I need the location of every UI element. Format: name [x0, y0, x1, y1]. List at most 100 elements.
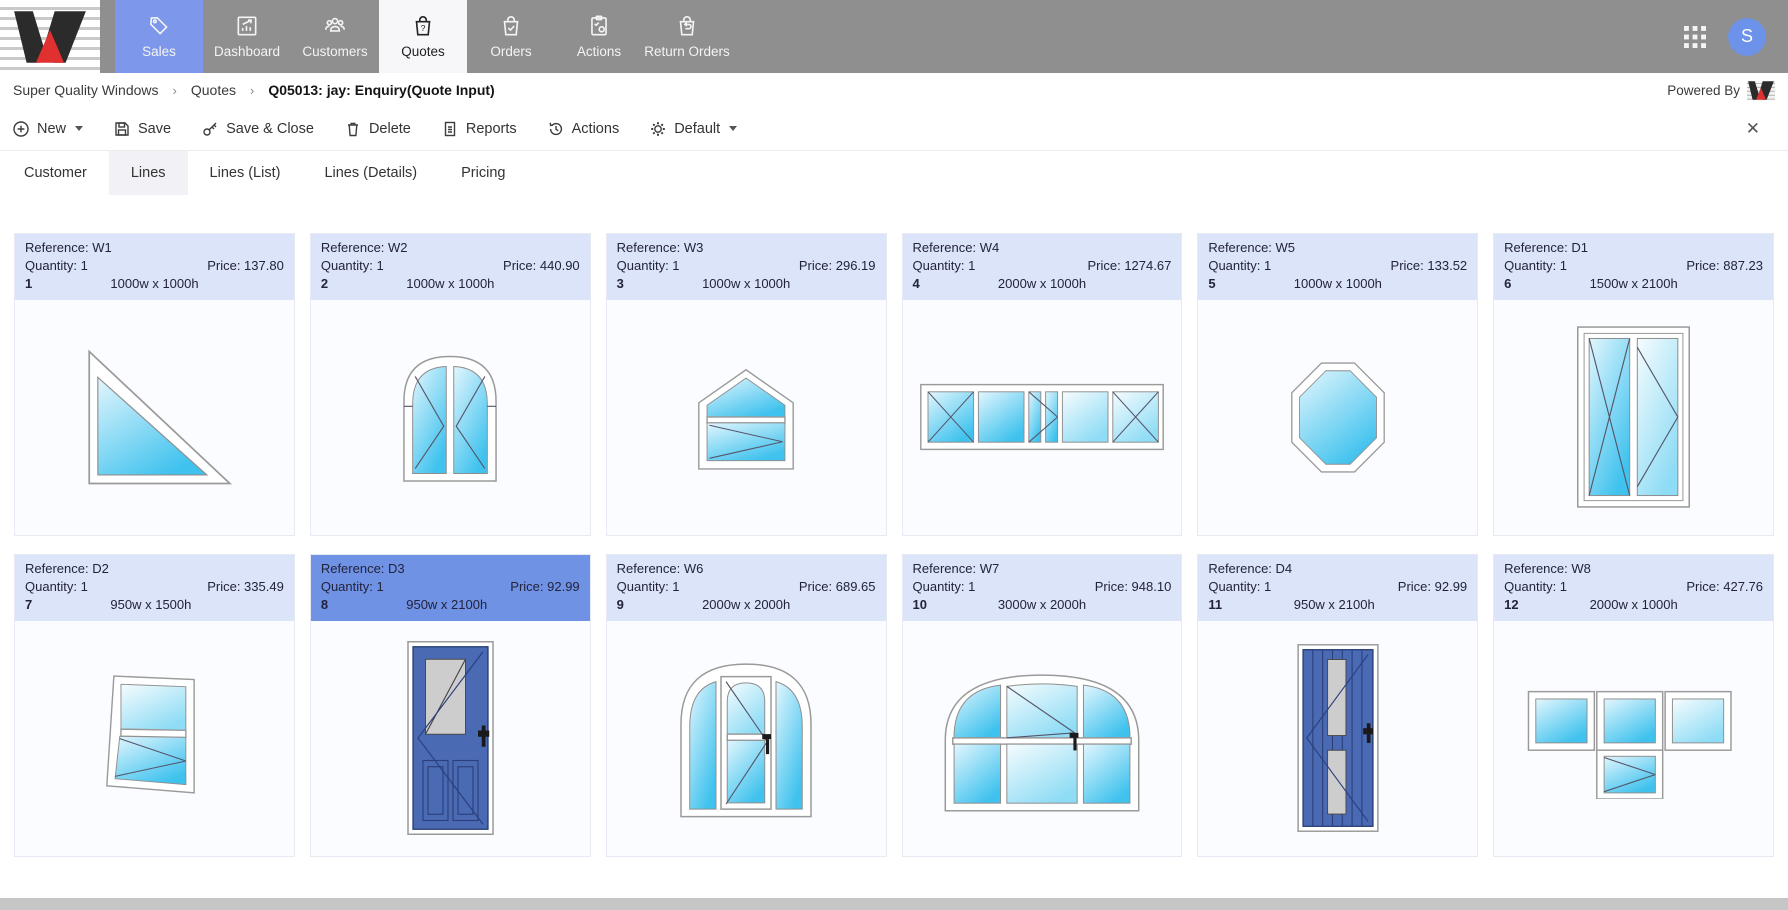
- line-card-4[interactable]: Reference: W4 Quantity: 1 Price: 1274.67…: [902, 233, 1183, 536]
- line-dimensions: 950w x 2100h: [406, 596, 487, 614]
- line-reference: Reference: D4: [1208, 560, 1467, 578]
- line-reference: Reference: W6: [617, 560, 876, 578]
- line-card-header: Reference: W7 Quantity: 1 Price: 948.10 …: [903, 555, 1182, 621]
- line-card-8[interactable]: Reference: D3 Quantity: 1 Price: 92.99 8…: [310, 554, 591, 857]
- return-orders-bag-icon: [674, 13, 700, 39]
- nav-item-sales[interactable]: Sales: [115, 0, 203, 73]
- line-qty-price: Quantity: 1 Price: 335.49: [25, 578, 284, 596]
- line-number: 1: [25, 276, 32, 291]
- chevron-down-icon: [729, 126, 737, 131]
- line-quantity: Quantity: 1: [913, 257, 976, 275]
- dashboard-icon: [234, 13, 260, 39]
- line-number: 7: [25, 597, 32, 612]
- nav-item-orders[interactable]: Orders: [467, 0, 555, 73]
- powered-by-label: Powered By: [1667, 83, 1740, 98]
- line-reference: Reference: D1: [1504, 239, 1763, 257]
- tab-pricing[interactable]: Pricing: [439, 151, 527, 195]
- save-button[interactable]: Save: [113, 120, 171, 138]
- history-icon: [547, 120, 565, 138]
- company-logo[interactable]: [0, 0, 100, 73]
- reports-button[interactable]: Reports: [441, 120, 517, 138]
- line-card-1[interactable]: Reference: W1 Quantity: 1 Price: 137.80 …: [14, 233, 295, 536]
- line-card-10[interactable]: Reference: W7 Quantity: 1 Price: 948.10 …: [902, 554, 1183, 857]
- arched-window-drawing: [394, 349, 506, 486]
- reports-label: Reports: [466, 121, 517, 137]
- nav-item-customers[interactable]: Customers: [291, 0, 379, 73]
- line-quantity: Quantity: 1: [25, 257, 88, 275]
- default-button[interactable]: Default: [649, 120, 737, 138]
- line-num-dims: 7 950w x 1500h: [25, 596, 284, 614]
- save-close-button[interactable]: Save & Close: [201, 120, 314, 138]
- avatar-initial: S: [1741, 26, 1753, 47]
- actions-button[interactable]: Actions: [547, 120, 620, 138]
- tab-lines-list[interactable]: Lines (List): [188, 151, 303, 195]
- line-card-12[interactable]: Reference: W8 Quantity: 1 Price: 427.76 …: [1493, 554, 1774, 857]
- line-number: 5: [1208, 276, 1215, 291]
- line-num-dims: 12 2000w x 1000h: [1504, 596, 1763, 614]
- line-qty-price: Quantity: 1 Price: 92.99: [321, 578, 580, 596]
- line-qty-price: Quantity: 1 Price: 1274.67: [913, 257, 1172, 275]
- line-card-header: Reference: W8 Quantity: 1 Price: 427.76 …: [1494, 555, 1773, 621]
- tag-icon: [146, 13, 172, 39]
- line-price: Price: 887.23: [1686, 257, 1763, 275]
- close-icon[interactable]: ✕: [1746, 119, 1760, 139]
- nav-items: Sales Dashboard Customers ? Quotes: [115, 0, 731, 73]
- quote-tabs: Customer Lines Lines (List) Lines (Detai…: [0, 151, 1788, 195]
- french-door-drawing: [1570, 322, 1697, 512]
- breadcrumb-quotes[interactable]: Quotes: [191, 82, 236, 98]
- user-avatar[interactable]: S: [1728, 18, 1766, 56]
- breadcrumb-company[interactable]: Super Quality Windows: [13, 82, 159, 98]
- tab-customer[interactable]: Customer: [2, 151, 109, 195]
- line-card-body: [15, 300, 294, 535]
- tab-lines[interactable]: Lines: [109, 151, 188, 195]
- line-card-header: Reference: D4 Quantity: 1 Price: 92.99 1…: [1198, 555, 1477, 621]
- line-card-2[interactable]: Reference: W2 Quantity: 1 Price: 440.90 …: [310, 233, 591, 536]
- line-reference: Reference: W8: [1504, 560, 1763, 578]
- nav-item-return-orders[interactable]: Return Orders: [643, 0, 731, 73]
- save-label: Save: [138, 121, 171, 137]
- apps-grid-icon[interactable]: [1684, 26, 1706, 48]
- line-card-body: [15, 621, 294, 856]
- new-label: New: [37, 121, 66, 137]
- nav-item-dashboard[interactable]: Dashboard: [203, 0, 291, 73]
- line-reference: Reference: D3: [321, 560, 580, 578]
- nav-label: Return Orders: [644, 44, 730, 60]
- line-card-5[interactable]: Reference: W5 Quantity: 1 Price: 133.52 …: [1197, 233, 1478, 536]
- five-pane-window-drawing: [916, 375, 1168, 459]
- delete-button[interactable]: Delete: [344, 120, 411, 138]
- nav-label: Quotes: [401, 44, 445, 60]
- line-number: 6: [1504, 276, 1511, 291]
- line-dimensions: 2000w x 1000h: [998, 275, 1086, 293]
- line-card-header: Reference: W5 Quantity: 1 Price: 133.52 …: [1198, 234, 1477, 300]
- line-reference: Reference: W4: [913, 239, 1172, 257]
- line-num-dims: 9 2000w x 2000h: [617, 596, 876, 614]
- line-dimensions: 1000w x 1000h: [406, 275, 494, 293]
- line-num-dims: 5 1000w x 1000h: [1208, 275, 1467, 293]
- line-dimensions: 3000w x 2000h: [998, 596, 1086, 614]
- nav-item-quotes[interactable]: ? Quotes: [379, 0, 467, 73]
- svg-text:?: ?: [421, 23, 426, 33]
- line-card-7[interactable]: Reference: D2 Quantity: 1 Price: 335.49 …: [14, 554, 295, 857]
- line-quantity: Quantity: 1: [913, 578, 976, 596]
- line-card-9[interactable]: Reference: W6 Quantity: 1 Price: 689.65 …: [606, 554, 887, 857]
- nav-label: Customers: [302, 44, 367, 60]
- nav-item-actions[interactable]: Actions: [555, 0, 643, 73]
- line-qty-price: Quantity: 1 Price: 137.80: [25, 257, 284, 275]
- key-icon: [201, 120, 219, 138]
- line-card-11[interactable]: Reference: D4 Quantity: 1 Price: 92.99 1…: [1197, 554, 1478, 857]
- line-price: Price: 137.80: [207, 257, 284, 275]
- line-number: 11: [1208, 597, 1222, 612]
- line-num-dims: 1 1000w x 1000h: [25, 275, 284, 293]
- horizontal-scrollbar[interactable]: [0, 898, 1788, 910]
- tab-lines-details[interactable]: Lines (Details): [302, 151, 439, 195]
- line-qty-price: Quantity: 1 Price: 689.65: [617, 578, 876, 596]
- line-card-6[interactable]: Reference: D1 Quantity: 1 Price: 887.23 …: [1493, 233, 1774, 536]
- powered-by: Powered By: [1667, 80, 1775, 101]
- new-button[interactable]: New: [12, 120, 83, 138]
- line-qty-price: Quantity: 1 Price: 133.52: [1208, 257, 1467, 275]
- line-reference: Reference: W5: [1208, 239, 1467, 257]
- chevron-down-icon: [75, 126, 83, 131]
- line-card-3[interactable]: Reference: W3 Quantity: 1 Price: 296.19 …: [606, 233, 887, 536]
- line-card-body: [1198, 300, 1477, 535]
- line-qty-price: Quantity: 1 Price: 296.19: [617, 257, 876, 275]
